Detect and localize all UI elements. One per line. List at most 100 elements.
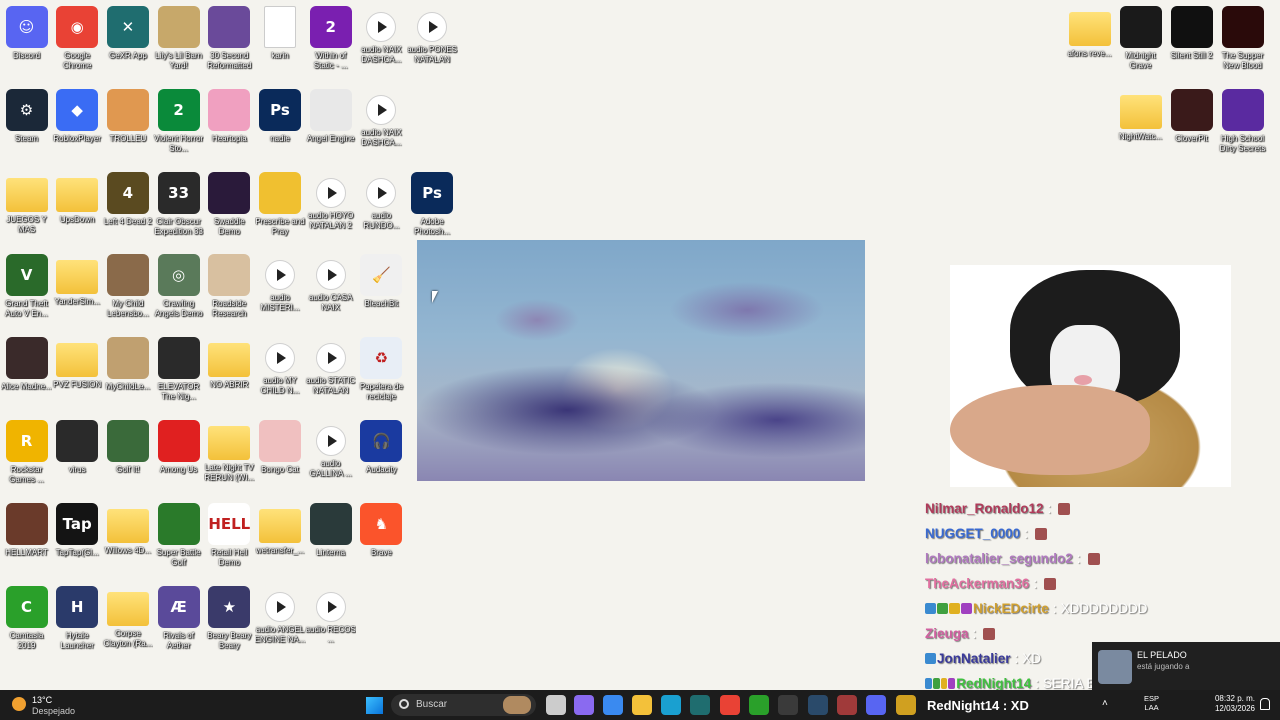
taskbar-clock[interactable]: 08:32 p. m. 12/03/2026 xyxy=(1205,694,1255,714)
desktop-icon[interactable]: virus xyxy=(52,416,103,496)
desktop-icon[interactable]: Lily's Lil Barn Yard! xyxy=(153,2,204,82)
desktop-icon[interactable]: ELEVATOR The Nig... xyxy=(153,333,204,413)
desktop-icon[interactable]: HELL Retail Hell Demo xyxy=(204,499,255,579)
desktop-icon[interactable]: Prescribe and Pray xyxy=(255,168,306,248)
desktop-icon[interactable]: 🧹 BleachBit xyxy=(356,250,407,330)
desktop-icon[interactable]: YanderSim... xyxy=(52,250,103,330)
game-icon xyxy=(1221,89,1264,131)
desktop-icon[interactable]: TROLLEU xyxy=(102,85,153,165)
steam-taskbar-icon[interactable] xyxy=(808,695,828,715)
desktop-icon[interactable]: Alice Madne... xyxy=(1,333,52,413)
desktop-icon[interactable]: Tap TapTap(Gl... xyxy=(52,499,103,579)
desktop-icon[interactable]: karin xyxy=(255,2,306,82)
desktop-icon[interactable]: audio STATIC NATALAN xyxy=(305,333,356,413)
chrome-taskbar-icon[interactable] xyxy=(720,695,740,715)
desktop-icon[interactable]: R Rockstar Games ... xyxy=(1,416,52,496)
obs-icon[interactable] xyxy=(778,695,798,715)
desktop-icon[interactable]: 33 Clair Obscur Expedition 33 xyxy=(153,168,204,248)
desktop-icon[interactable]: 30 Second Reformatted xyxy=(204,2,255,82)
desktop-icon[interactable]: Heartopia xyxy=(204,85,255,165)
desktop-icon[interactable]: ♞ Brave xyxy=(356,499,407,579)
desktop-icon[interactable]: Angel Engine xyxy=(305,85,356,165)
desktop-icon[interactable]: Ps Adobe Photosh... xyxy=(407,168,458,248)
desktop-icon[interactable]: afons reve... xyxy=(1064,2,1115,82)
desktop-icon[interactable]: audio RECOS ... xyxy=(305,582,356,662)
notification-bell-icon[interactable] xyxy=(1260,698,1270,710)
desktop-icon[interactable]: audio NAIX DASHCA... xyxy=(356,85,407,165)
desktop-icon[interactable]: Linterna xyxy=(305,499,356,579)
tray-chevron-up-icon[interactable]: ˄ xyxy=(1102,698,1108,709)
desktop-icon[interactable]: audio MISTERI... xyxy=(255,250,306,330)
desktop-icon[interactable]: HELLMART xyxy=(1,499,52,579)
desktop-icon[interactable]: ◎ Crawling Angels Demo xyxy=(153,250,204,330)
desktop-icon[interactable]: H Hytale Launcher xyxy=(52,582,103,662)
desktop-icon[interactable]: CloverPit xyxy=(1166,85,1217,165)
desktop-icon[interactable]: Super Battle Golf xyxy=(153,499,204,579)
desktop-icon[interactable]: UpsDown xyxy=(52,168,103,248)
desktop-icon[interactable]: audio NAIX DASHCA... xyxy=(356,2,407,82)
file-explorer-icon[interactable] xyxy=(632,695,652,715)
folder-icon xyxy=(56,343,99,378)
desktop-icon-label: YanderSim... xyxy=(54,297,101,307)
clock-date: 12/03/2026 xyxy=(1214,704,1255,713)
desktop-icon[interactable]: Late Night TV RERUN (WI... xyxy=(204,416,255,496)
desktop-icon[interactable]: audio HOYO NATALAN 2 xyxy=(305,168,356,248)
desktop-icon[interactable]: ◆ RobloxPlayer xyxy=(52,85,103,165)
desktop-icon[interactable]: 4 Left 4 Dead 2 xyxy=(102,168,153,248)
app-taskbar-icon[interactable] xyxy=(896,695,916,715)
desktop-icon[interactable]: C Camtasia 2019 xyxy=(1,582,52,662)
gexr-taskbar-icon[interactable] xyxy=(690,695,710,715)
desktop-icon[interactable]: The Supper New Blood xyxy=(1217,2,1268,82)
desktop-icon[interactable]: audio ANGEL ENGINE NA... xyxy=(255,582,306,662)
desktop-icon[interactable]: 2 Violent Horror Sto... xyxy=(153,85,204,165)
desktop-icon[interactable]: JUEGOS Y MAS xyxy=(1,168,52,248)
desktop-icon[interactable]: Bongo Cat xyxy=(255,416,306,496)
taskbar-search[interactable]: Buscar xyxy=(391,694,536,716)
game-taskbar-icon[interactable] xyxy=(837,695,857,715)
discord-taskbar-icon[interactable] xyxy=(866,695,886,715)
desktop-icon[interactable]: audio CASA NAIX xyxy=(305,250,356,330)
task-view-icon[interactable] xyxy=(546,695,566,715)
desktop-icon[interactable]: V Grand Theft Auto V En... xyxy=(1,250,52,330)
desktop-icon[interactable]: ☺ Discord xyxy=(1,2,52,82)
desktop-icon[interactable]: Among Us xyxy=(153,416,204,496)
desktop-icon[interactable]: Corpse Clayton (Ra... xyxy=(102,582,153,662)
desktop-icon[interactable]: 🎧 Audacity xyxy=(356,416,407,496)
language-indicator[interactable]: ESP LAA xyxy=(1144,694,1159,712)
desktop-icon[interactable]: High School Dirty Secrets xyxy=(1217,85,1268,165)
desktop-icon[interactable]: Ps nadie xyxy=(255,85,306,165)
desktop-icon[interactable]: ✕ GeXR App xyxy=(102,2,153,82)
desktop-icon[interactable]: Silent Still 2 xyxy=(1166,2,1217,82)
desktop-icon[interactable]: Æ Rivals of Aether xyxy=(153,582,204,662)
desktop-icon[interactable]: PVZ FUSION xyxy=(52,333,103,413)
desktop-icon[interactable]: ★ Beary Beary Beary xyxy=(204,582,255,662)
desktop-icon[interactable]: audio GALLINA ... xyxy=(305,416,356,496)
chat-line: lobonatalier_segundo2: xyxy=(925,546,1185,571)
weather-widget[interactable]: 13°C Despejado xyxy=(12,693,92,717)
store-icon[interactable] xyxy=(603,695,623,715)
desktop-icon[interactable]: audio MY CHILD N... xyxy=(255,333,306,413)
desktop-icon[interactable]: wetransfer_... xyxy=(255,499,306,579)
desktop-icon[interactable]: 2 Within of Static - ... xyxy=(305,2,356,82)
desktop-icon[interactable]: Willows 4D... xyxy=(102,499,153,579)
windows-start-icon[interactable] xyxy=(366,697,383,714)
desktop-icon[interactable]: MyChildLe... xyxy=(102,333,153,413)
desktop-icon[interactable]: audio PONES NATALAN xyxy=(407,2,458,82)
game-icon xyxy=(157,6,200,48)
desktop-icon[interactable]: My Child Lebensbo... xyxy=(102,250,153,330)
desktop-icon[interactable]: ⚙ Steam xyxy=(1,85,52,165)
desktop-icon[interactable]: NO ABRIR xyxy=(204,333,255,413)
desktop-icon[interactable]: Midnight Grave xyxy=(1115,2,1166,82)
desktop-icon[interactable]: audio RUNDO... xyxy=(356,168,407,248)
copilot-icon[interactable] xyxy=(574,695,594,715)
edge-icon[interactable] xyxy=(661,695,681,715)
desktop-icon[interactable]: NightWatc... xyxy=(1115,85,1166,165)
desktop-icon[interactable]: ♻ Papelera de reciclaje xyxy=(356,333,407,413)
stream-notification[interactable]: EL PELADO está jugando a xyxy=(1092,642,1280,690)
camtasia-taskbar-icon[interactable] xyxy=(749,695,769,715)
desktop-icon[interactable]: Roadside Research xyxy=(204,250,255,330)
desktop-icon[interactable]: Golf It! xyxy=(102,416,153,496)
desktop-icon-label: TapTap(Gl... xyxy=(55,547,99,557)
desktop-icon[interactable]: ◉ Google Chrome xyxy=(52,2,103,82)
desktop-icon[interactable]: Swaddle Demo xyxy=(204,168,255,248)
